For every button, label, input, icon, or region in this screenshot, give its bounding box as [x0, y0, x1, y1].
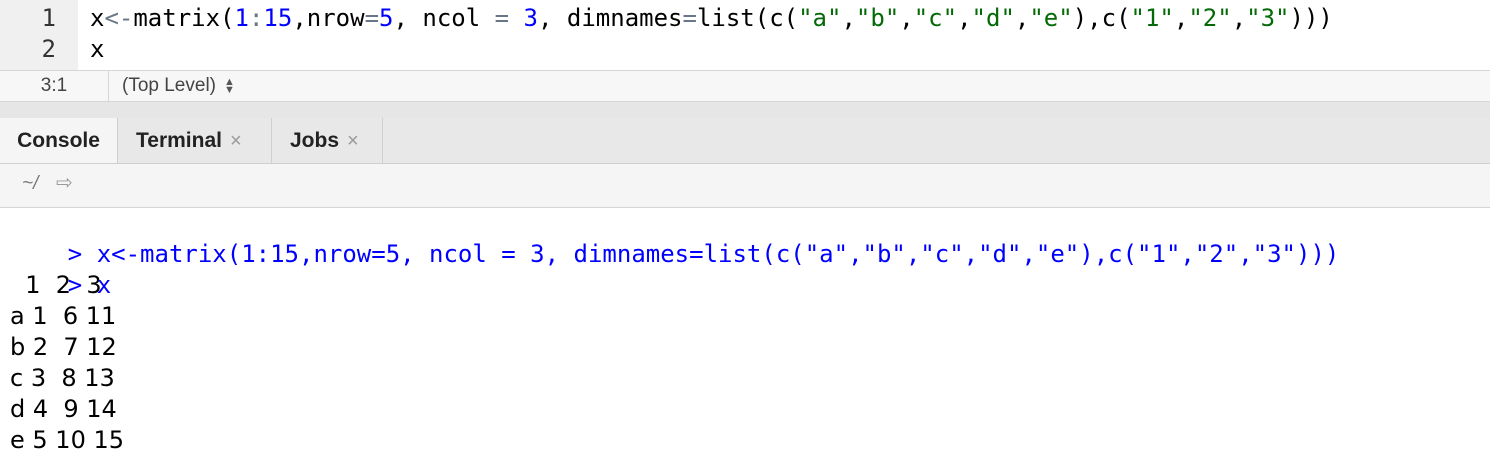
matrix-output-row: d 4 9 14: [10, 395, 117, 423]
console-pane-tabs: Console Terminal × Jobs ×: [0, 118, 1490, 164]
editor-status-bar: 3:1 (Top Level) ▲ ▼: [0, 70, 1490, 102]
console-command: x<-matrix(1:15,nrow=5, ncol = 3, dimname…: [96, 240, 1340, 268]
editor-line[interactable]: 2 x: [0, 34, 1490, 65]
console-toolbar: ~/ ⇨: [0, 164, 1490, 208]
tab-label: Terminal: [136, 129, 222, 152]
pane-divider[interactable]: [0, 102, 1490, 118]
go-to-directory-icon[interactable]: ⇨: [56, 170, 73, 195]
tab-label: Console: [17, 129, 100, 152]
line-number: 1: [41, 4, 56, 32]
editor-line[interactable]: 1 x<-matrix(1:15,nrow=5, ncol = 3, dimna…: [0, 3, 1490, 34]
console-command-line: > x<-matrix(1:15,nrow=5, ncol = 3, dimna…: [10, 208, 1340, 301]
matrix-output-row: b 2 7 12: [10, 333, 117, 361]
scope-selector[interactable]: (Top Level) ▲ ▼: [122, 71, 235, 101]
working-directory[interactable]: ~/: [22, 173, 38, 195]
matrix-output-row: e 5 10 15: [10, 426, 124, 454]
close-icon[interactable]: ×: [230, 119, 242, 164]
tab-jobs[interactable]: Jobs ×: [272, 118, 383, 163]
tab-label: Jobs: [290, 129, 340, 152]
code-text: x<-matrix(1:15,nrow=5, ncol = 3, dimname…: [90, 4, 1333, 32]
close-icon[interactable]: ×: [347, 119, 359, 164]
code-line[interactable]: x<-matrix(1:15,nrow=5, ncol = 3, dimname…: [90, 3, 1333, 34]
matrix-output-row: a 1 6 11: [10, 302, 117, 330]
source-editor[interactable]: 1 x<-matrix(1:15,nrow=5, ncol = 3, dimna…: [0, 0, 1490, 70]
matrix-output-header: 1 2 3: [10, 271, 102, 299]
code-line[interactable]: x: [90, 34, 104, 65]
updown-arrows-icon: ▲ ▼: [224, 75, 235, 96]
code-text: x: [90, 35, 105, 63]
tab-terminal[interactable]: Terminal ×: [118, 118, 272, 163]
console-output[interactable]: > x<-matrix(1:15,nrow=5, ncol = 3, dimna…: [0, 208, 1490, 456]
line-number: 2: [41, 35, 56, 63]
tab-console[interactable]: Console: [0, 118, 118, 163]
matrix-output-row: c 3 8 13: [10, 364, 115, 392]
scope-label: (Top Level): [122, 75, 216, 96]
cursor-position: 3:1: [0, 71, 109, 101]
